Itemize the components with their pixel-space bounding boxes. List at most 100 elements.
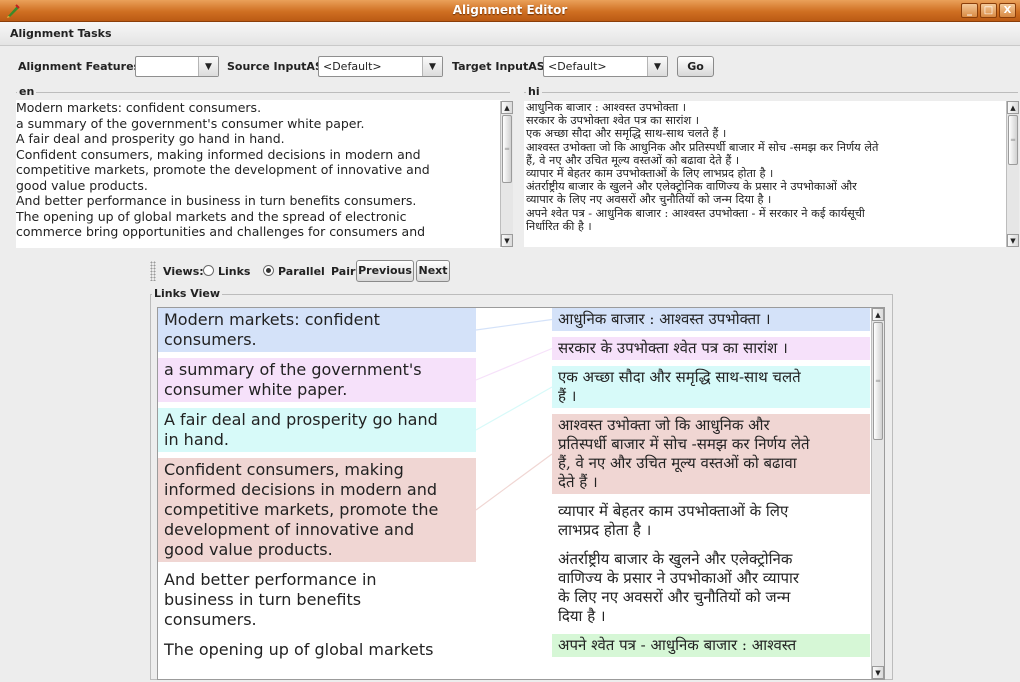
menu-alignment-tasks[interactable]: Alignment Tasks [10,27,112,40]
hi-segment-line: हैं । [558,387,577,405]
hi-segment[interactable]: एक अच्छा सौदा और समृद्धि साथ-साथ चलते हैं… [552,366,870,408]
hi-segment-line: एक अच्छा सौदा और समृद्धि साथ-साथ चलते [558,368,801,386]
alignment-features-label: Alignment Features: [18,60,145,73]
en-segment[interactable]: And better performance in business in tur… [158,568,476,632]
hi-segment-line: सरकार के उपभोक्ता श्वेत पत्र का सारांश । [558,339,788,357]
menu-bar: Alignment Tasks [0,22,1020,46]
en-line: A fair deal and prosperity go hand in ha… [16,131,285,146]
hi-segment-line: वाणिज्य के प्रसार ने उपभोकाओं और व्यापार [558,569,800,587]
minimize-button[interactable]: _ [961,3,978,18]
en-segment[interactable]: The opening up of global markets [158,638,476,662]
scroll-down-icon[interactable]: ▼ [1007,234,1019,247]
hi-segment-line: देते हैं । [558,473,598,491]
hi-line: हैं, वे नए और उचित मूल्य वस्तओं को बढावा… [526,153,740,167]
en-segment[interactable]: Modern markets: confident consumers. [158,308,476,352]
links-scrollbar[interactable]: ▲ ═ ▼ [871,308,884,679]
en-panel-title: en [17,85,37,98]
parallel-radio[interactable] [263,265,274,276]
scroll-thumb[interactable]: ═ [502,115,512,183]
en-line: good value products. [16,177,148,193]
scroll-thumb[interactable]: ═ [873,322,883,440]
scroll-up-icon[interactable]: ▲ [872,308,884,321]
en-segment[interactable]: a summary of the government's consumer wh… [158,358,476,402]
en-text-area[interactable]: Modern markets: confident consumers. a s… [16,100,502,248]
toolbar-grip[interactable] [150,261,156,281]
target-inputas-combo[interactable]: <Default> ▼ [543,56,668,77]
chevron-down-icon[interactable]: ▼ [422,57,442,76]
hi-segment-line: प्रतिस्पर्धी बाजार में सोच -समझ कर निर्ण… [558,435,810,453]
links-view-title: Links View [152,287,223,300]
target-inputas-label: Target InputAS: [452,60,550,73]
scroll-thumb[interactable]: ═ [1008,115,1018,165]
hi-line: आश्वस्त उभोक्ता जो कि आधुनिक और प्रतिस्प… [526,140,879,154]
go-button[interactable]: Go [677,56,714,77]
chevron-down-icon[interactable]: ▼ [198,57,218,76]
links-view-canvas[interactable]: Modern markets: confident consumers. a sum… [157,307,885,680]
toolbar: Alignment Features: ▼ Source InputAS: <D… [0,47,1020,83]
alignment-link-line [475,347,553,381]
parallel-radio-label[interactable]: Parallel [278,265,325,278]
hi-text-area[interactable]: आधुनिक बाजार : आश्वस्त उपभोक्ता । सरकार … [524,101,1010,247]
en-segment-line: And better performance in [164,570,377,589]
hi-segment-line: व्यापार में बेहतर काम उपभोक्ताओं के लिए [558,502,789,520]
hi-panel-title: hi [526,85,542,98]
en-segment[interactable]: A fair deal and prosperity go hand in han… [158,408,476,452]
en-segment-line: Modern markets: confident [164,310,380,329]
title-bar: Alignment Editor _ □ X [0,0,1020,22]
alignment-link-line [475,386,553,431]
hi-segment[interactable]: सरकार के उपभोक्ता श्वेत पत्र का सारांश । [552,337,870,360]
hi-segment-line: दिया है । [558,607,606,625]
hi-line: अंतर्राष्ट्रीय बाजार के खुलने और एलेक्ट्… [526,180,857,194]
hi-segment[interactable]: व्यापार में बेहतर काम उपभोक्ताओं के लिए ल… [552,500,870,542]
hi-segment-line: अंतर्राष्ट्रीय बाजार के खुलने और एलेक्ट्… [558,550,793,568]
en-segment-line: A fair deal and prosperity go hand [164,410,438,429]
close-button[interactable]: X [999,3,1016,18]
hi-segment-line: आश्वस्त उभोक्ता जो कि आधुनिक और [558,416,770,434]
hi-segment[interactable]: अपने श्वेत पत्र - आधुनिक बाजार : आश्वस्त [552,634,870,657]
scroll-up-icon[interactable]: ▲ [501,101,513,114]
en-segment-line: Confident consumers, making [164,460,404,479]
hi-line: निर्धारित की है । [526,219,592,233]
target-inputas-value: <Default> [548,60,607,73]
source-inputas-value: <Default> [323,60,382,73]
en-line: a summary of the government's consumer w… [16,115,365,131]
next-button[interactable]: Next [416,260,450,282]
scroll-up-icon[interactable]: ▲ [1007,101,1019,114]
hi-line: आधुनिक बाजार : आश्वस्त उपभोक्ता । [526,101,687,114]
hi-segment[interactable]: आश्वस्त उभोक्ता जो कि आधुनिक और प्रतिस्पर… [552,414,870,494]
source-inputas-label: Source InputAS: [227,60,328,73]
views-label: Views: [163,265,204,278]
hi-segment-line: आधुनिक बाजार : आश्वस्त उपभोक्ता । [558,310,771,328]
hi-segment-line: हैं, वे नए और उचित मूल्य वस्तओं को बढावा [558,454,797,472]
en-segment-line: consumers. [164,610,257,629]
hi-line: एक अच्छा सौदा और समृद्धि साथ-साथ चलते है… [526,127,727,141]
en-segment-line: good value products. [164,540,333,559]
en-segment[interactable]: Confident consumers, making informed deci… [158,458,476,562]
maximize-button[interactable]: □ [980,3,997,18]
en-segment-line: The opening up of global markets [164,640,434,659]
links-radio[interactable] [203,265,214,276]
alignment-features-combo[interactable]: ▼ [135,56,219,77]
hi-segment[interactable]: अंतर्राष्ट्रीय बाजार के खुलने और एलेक्ट्… [552,548,870,628]
en-line: Modern markets: confident consumers. [16,100,262,115]
previous-button[interactable]: Previous [356,260,414,282]
chevron-down-icon[interactable]: ▼ [647,57,667,76]
en-line: competitive markets, promote the develop… [16,162,430,177]
en-line: Confident consumers, making informed dec… [16,146,421,162]
hi-line: व्यापार में बेहतर काम उपभोक्ताओं के लिए … [526,167,774,181]
en-line: The opening up of global markets and the… [16,208,407,224]
en-segment-line: consumers. [164,330,257,349]
hi-segment[interactable]: आधुनिक बाजार : आश्वस्त उपभोक्ता । [552,308,870,331]
links-radio-label[interactable]: Links [218,265,250,278]
alignment-link-line [475,453,553,511]
en-segment-line: a summary of the government's [164,360,422,379]
hi-segment-line: लाभप्रद होता है । [558,521,652,539]
hi-segment-line: के लिए नए अवसरों और चुनौतियों को जन्म [558,588,791,606]
source-inputas-combo[interactable]: <Default> ▼ [318,56,443,77]
hi-scrollbar[interactable]: ▲ ═ ▼ [1006,101,1019,247]
scroll-down-icon[interactable]: ▼ [501,234,513,247]
en-scrollbar[interactable]: ▲ ═ ▼ [500,101,513,247]
en-line: commerce bring opportunities and challen… [16,224,426,239]
scroll-down-icon[interactable]: ▼ [872,666,884,679]
en-segment-line: business in turn benefits [164,590,362,609]
